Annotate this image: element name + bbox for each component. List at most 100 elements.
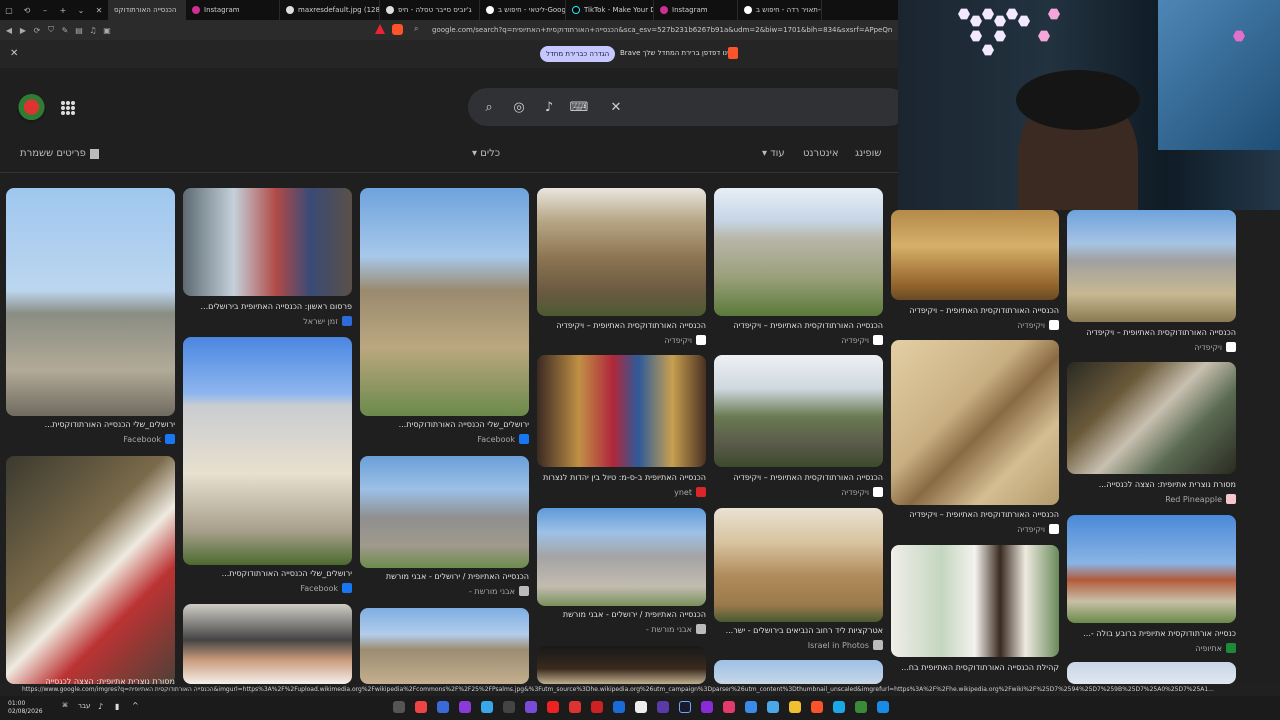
result-caption[interactable]: מסורת נוצרית אתיופית: הצצה לכנסייה...: [1099, 480, 1236, 489]
system-clock[interactable]: 01:00 02/08/2026: [8, 700, 43, 716]
app-icon[interactable]: [745, 701, 757, 713]
tray-expand-icon[interactable]: ^: [132, 701, 139, 710]
result-thumbnail[interactable]: [537, 188, 706, 316]
language-indicator[interactable]: עבר: [78, 702, 90, 710]
brave-shield-icon[interactable]: [392, 24, 403, 35]
result-thumbnail[interactable]: [537, 355, 706, 467]
result-caption[interactable]: ירושלים_שלי הכנסייה האורתודוקסית...: [222, 569, 352, 578]
tab-search-3[interactable]: ליטאי - חיפוש ב-Google: [480, 0, 566, 20]
set-default-button[interactable]: הגדרה כברירת מחדל: [540, 46, 616, 62]
back-icon[interactable]: ◀: [2, 23, 16, 37]
url-field[interactable]: google.com/search?q=הכנסייה+האורתודוקסית…: [432, 23, 892, 37]
result-thumbnail[interactable]: [714, 660, 883, 684]
image-result[interactable]: הכנסייה האתיופית / ירושלים - אבני מורשת …: [360, 456, 529, 600]
image-result[interactable]: הכנסייה האורתודוקסית האתיופית – ויקיפדיה…: [537, 188, 706, 346]
tab-instagram[interactable]: Instagram: [186, 0, 280, 20]
tab-list-icon[interactable]: ⌄: [72, 0, 90, 20]
result-source[interactable]: ויקיפדיה: [841, 335, 883, 345]
result-caption[interactable]: הכנסייה האורתודוקסית האתיופית – ויקיפדיה: [733, 473, 883, 482]
result-caption[interactable]: אטרקציות ליד רחוב הנביאים בירושלים - ישר…: [726, 626, 883, 635]
result-caption[interactable]: הכנסייה האתיופית / ירושלים - אבני מורשת: [563, 610, 706, 619]
bookmark-icon[interactable]: ♫: [86, 23, 100, 37]
app-icon[interactable]: [481, 701, 493, 713]
tab-internet[interactable]: אינטרנט: [803, 148, 839, 159]
image-result[interactable]: [537, 646, 706, 684]
image-result[interactable]: ירושלים_שלי הכנסייה האורתודוקסית... Face…: [6, 188, 175, 448]
result-caption[interactable]: ירושלים_שלי הכנסייה האורתודוקסית...: [399, 420, 529, 429]
app-icon[interactable]: [789, 701, 801, 713]
tab-tiktok[interactable]: TikTok - Make Your Day: [566, 0, 654, 20]
volume-icon[interactable]: ♪: [98, 702, 103, 711]
result-caption[interactable]: ירושלים_שלי הכנסייה האורתודוקסית...: [45, 420, 175, 429]
network-icon[interactable]: ▮: [115, 702, 119, 711]
app-icon[interactable]: [437, 701, 449, 713]
close-tab-icon[interactable]: ✕: [90, 0, 108, 20]
image-result[interactable]: הכנסייה האורתודוקסית האתיופית – ויקיפדיה…: [1067, 210, 1236, 354]
image-result[interactable]: [1067, 662, 1236, 684]
result-thumbnail[interactable]: [537, 508, 706, 606]
image-result[interactable]: [183, 604, 352, 684]
image-result[interactable]: הכנסייה האורתודוקסית האתיופית – ויקיפדיה…: [891, 210, 1059, 334]
result-caption[interactable]: כנסייה אורתודוקסית אתיופית ברובע בולה -.…: [1083, 629, 1236, 638]
result-thumbnail[interactable]: [183, 337, 352, 565]
forward-icon[interactable]: ▶: [16, 23, 30, 37]
mic-icon[interactable]: ♪: [540, 98, 558, 116]
image-result[interactable]: הכנסייה האורתודוקסית האתיופית – ויקיפדיה…: [714, 188, 883, 346]
result-source[interactable]: Facebook: [300, 583, 352, 593]
image-result[interactable]: [360, 608, 529, 684]
image-result[interactable]: הכנסייה האורתודוקסית האתיופית – ויקיפדיה…: [891, 340, 1059, 536]
result-thumbnail[interactable]: [1067, 210, 1236, 322]
wallet-icon[interactable]: ▣: [100, 23, 114, 37]
reload-icon[interactable]: ⟳: [30, 23, 44, 37]
result-source[interactable]: אתיופיה: [1195, 643, 1236, 653]
sidebar-icon[interactable]: ▤: [72, 23, 86, 37]
image-result[interactable]: פרסום ראשון: הכנסייה האתיופית בירושלים..…: [183, 188, 352, 330]
result-thumbnail[interactable]: [891, 340, 1059, 505]
result-thumbnail[interactable]: [360, 188, 529, 416]
extension-icon[interactable]: ✎: [58, 23, 72, 37]
result-thumbnail[interactable]: [1067, 362, 1236, 474]
result-caption[interactable]: פרסום ראשון: הכנסייה האתיופית בירושלים..…: [201, 302, 353, 311]
image-result[interactable]: הכנסייה האורתודוקסית האתיופית – ויקיפדיה…: [714, 355, 883, 499]
result-thumbnail[interactable]: [714, 188, 883, 316]
image-result[interactable]: קהילת הכנסייה האורתודוקסית האתיופית בח..…: [891, 545, 1059, 684]
more-button[interactable]: ▾ עוד: [762, 148, 785, 159]
image-result[interactable]: אטרקציות ליד רחוב הנביאים בירושלים - ישר…: [714, 508, 883, 654]
result-thumbnail[interactable]: [891, 545, 1059, 657]
app-icon[interactable]: [723, 701, 735, 713]
image-result[interactable]: מסורת נוצרית אתיופית: הצצה לכנסייה... Re…: [1067, 362, 1236, 507]
result-caption[interactable]: הכנסייה האורתודוקסית האתיופית – ויקיפדיה: [556, 321, 706, 330]
windows-start-icon[interactable]: [877, 701, 889, 713]
result-source[interactable]: ויקיפדיה: [1017, 320, 1059, 330]
result-thumbnail[interactable]: [183, 188, 352, 296]
app-icon[interactable]: [657, 701, 669, 713]
result-thumbnail[interactable]: [183, 604, 352, 684]
result-thumbnail[interactable]: [1067, 515, 1236, 623]
result-source[interactable]: ויקיפדיה: [664, 335, 706, 345]
window-menu-icon[interactable]: ▢: [0, 0, 18, 20]
app-icon[interactable]: [393, 701, 405, 713]
result-thumbnail[interactable]: [714, 355, 883, 467]
tab-instagram-2[interactable]: Instagram: [654, 0, 738, 20]
result-source[interactable]: Israel in Photos: [808, 640, 883, 650]
saved-items-link[interactable]: פריטים ששמרת: [20, 148, 99, 159]
result-source[interactable]: ויקיפדיה: [841, 487, 883, 497]
app-icon[interactable]: [679, 701, 691, 713]
image-result[interactable]: ירושלים_שלי הכנסייה האורתודוקסית... Face…: [360, 188, 529, 448]
result-source[interactable]: אבני מורשת -: [469, 586, 529, 596]
app-icon[interactable]: [767, 701, 779, 713]
result-thumbnail[interactable]: [6, 456, 175, 684]
image-result[interactable]: מסורת נוצרית אתיופית: הצצה לכנסייה: [6, 456, 175, 686]
app-icon[interactable]: [613, 701, 625, 713]
result-thumbnail[interactable]: [1067, 662, 1236, 684]
result-source[interactable]: ויקיפדיה: [1194, 342, 1236, 352]
result-caption[interactable]: הכנסייה האתיופית / ירושלים - אבני מורשת: [386, 572, 529, 581]
search-icon[interactable]: ⌕: [480, 98, 498, 116]
tab-search-4[interactable]: תאויר רדה - חיפוש ב-Google: [738, 0, 822, 20]
app-icon[interactable]: [855, 701, 867, 713]
image-result[interactable]: ירושלים_שלי הכנסייה האורתודוקסית... Face…: [183, 337, 352, 597]
result-source[interactable]: ynet: [674, 487, 706, 497]
result-caption[interactable]: הכנסייה האורתודוקסית האתיופית – ויקיפדיה: [1086, 328, 1236, 337]
image-result[interactable]: כנסייה אורתודוקסית אתיופית ברובע בולה -.…: [1067, 515, 1236, 655]
result-caption[interactable]: הכנסייה האורתודוקסית האתיופית – ויקיפדיה: [909, 306, 1059, 315]
